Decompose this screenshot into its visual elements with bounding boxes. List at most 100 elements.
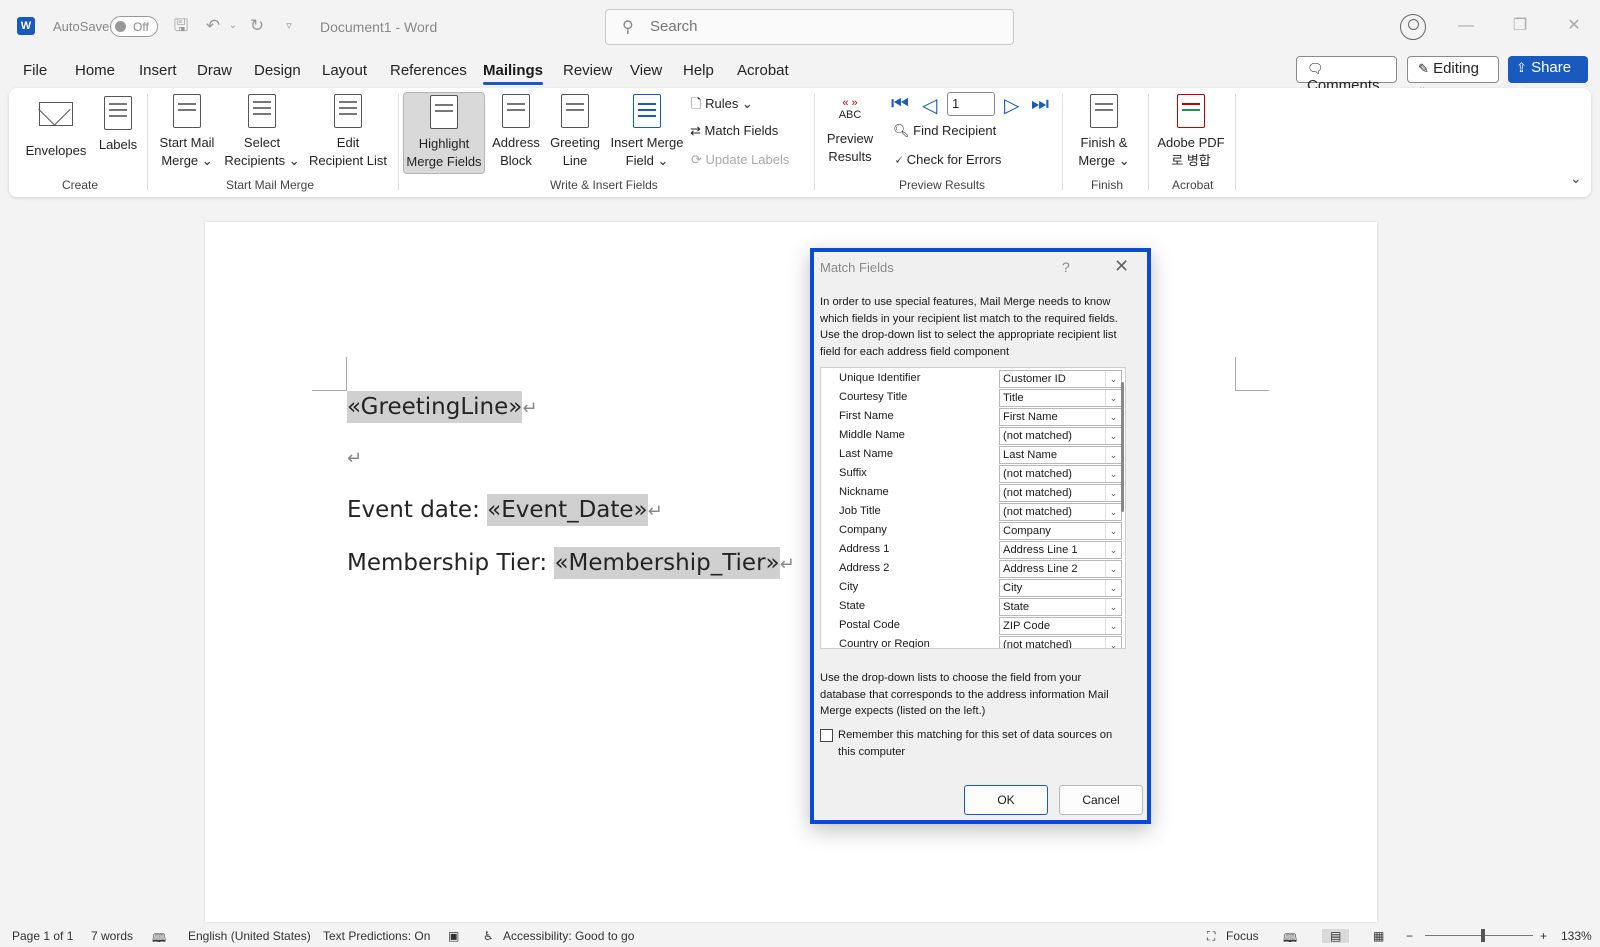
tab-layout[interactable]: Layout — [322, 62, 367, 79]
collapse-ribbon-icon[interactable]: ⌄ — [1570, 170, 1582, 187]
check-for-errors-button[interactable]: 🗸 Check for Errors — [894, 152, 1001, 168]
web-layout-icon[interactable]: ▦ — [1373, 929, 1384, 943]
ok-button[interactable]: OK — [964, 785, 1048, 815]
field-dropdown[interactable]: (not matched) ⌄ — [999, 427, 1122, 445]
field-dropdown[interactable]: First Name ⌄ — [999, 408, 1122, 426]
update-labels-button[interactable]: ⟳ Update Labels — [691, 152, 789, 168]
field-list-scrollbar[interactable] — [1121, 382, 1124, 512]
editing-button[interactable]: ✎ Editing ⌄ — [1407, 56, 1499, 93]
redo-icon[interactable]: ↻ — [247, 16, 267, 36]
tab-mailings[interactable]: Mailings — [483, 62, 544, 85]
envelopes-button[interactable]: Envelopes — [23, 96, 89, 160]
zoom-slider-thumb[interactable] — [1481, 929, 1485, 942]
rules-button[interactable]: 🗋 Rules ⌄ — [691, 95, 753, 117]
remember-matching-checkbox[interactable] — [820, 729, 833, 742]
text-predictions[interactable]: Text Predictions: On — [323, 929, 430, 943]
greeting-line-button[interactable]: Greeting Line — [546, 94, 604, 170]
insert-merge-field-button[interactable]: Insert Merge Field ⌄ — [606, 94, 688, 170]
cancel-button[interactable]: Cancel — [1059, 785, 1143, 815]
field-dropdown[interactable]: Company ⌄ — [999, 522, 1122, 540]
print-layout-icon[interactable]: ▤ — [1322, 929, 1350, 943]
autosave-toggle[interactable]: Off — [110, 16, 158, 37]
close-icon[interactable]: ✕ — [1114, 256, 1129, 277]
restore-icon[interactable]: ❐ — [1508, 14, 1532, 38]
last-record-icon[interactable]: ⏭ — [1031, 93, 1049, 116]
save-icon[interactable]: 🖫 — [171, 16, 191, 36]
undo-icon[interactable]: ↶ — [203, 16, 223, 36]
proofing-icon[interactable]: 🕮 — [152, 929, 166, 947]
focus-icon[interactable]: ⛶ — [1207, 929, 1215, 944]
undo-dropdown-icon[interactable]: ⌄ — [223, 16, 243, 36]
share-button[interactable]: ⇪ Share ⌄ — [1508, 56, 1588, 92]
tab-draw[interactable]: Draw — [197, 62, 232, 79]
customize-toolbar-icon[interactable]: ▿ — [279, 16, 299, 36]
minimize-icon[interactable]: — — [1454, 14, 1478, 38]
empty-paragraph[interactable]: ↵ — [347, 444, 362, 470]
field-dropdown[interactable]: Customer ID ⌄ — [999, 370, 1122, 388]
read-mode-icon[interactable]: 🕮 — [1283, 929, 1297, 947]
adobe-pdf-merge-button[interactable]: Adobe PDF 로 병합 — [1151, 94, 1231, 170]
field-dropdown[interactable]: (not matched) ⌄ — [999, 503, 1122, 521]
edit-recipient-list-button[interactable]: Edit Recipient List — [303, 94, 393, 170]
field-matching-list[interactable]: Unique Identifier Customer ID ⌄ Courtesy … — [820, 367, 1126, 649]
zoom-slider[interactable] — [1425, 935, 1533, 936]
greeting-line-field[interactable]: «GreetingLine» — [347, 391, 523, 423]
field-dropdown[interactable]: City ⌄ — [999, 579, 1122, 597]
greeting-line-paragraph[interactable]: «GreetingLine»↵ — [347, 391, 537, 423]
tab-references[interactable]: References — [390, 62, 467, 79]
remember-matching-label[interactable]: Remember this matching for this set of d… — [838, 727, 1128, 760]
highlight-merge-fields-button[interactable]: Highlight Merge Fields — [403, 92, 485, 174]
field-dropdown[interactable]: (not matched) ⌄ — [999, 636, 1122, 648]
accessibility-status[interactable]: Accessibility: Good to go — [503, 929, 634, 943]
field-dropdown[interactable]: Title ⌄ — [999, 389, 1122, 407]
first-record-icon[interactable]: ⏮ — [891, 93, 909, 116]
tab-view[interactable]: View — [630, 62, 662, 79]
tab-design[interactable]: Design — [254, 62, 301, 79]
search-box[interactable]: ⚲ — [605, 9, 1014, 45]
zoom-out-icon[interactable]: − — [1406, 929, 1413, 943]
membership-tier-paragraph[interactable]: Membership Tier: «Membership_Tier»↵ — [347, 547, 795, 579]
macro-icon[interactable]: ▣ — [448, 929, 459, 943]
tab-insert[interactable]: Insert — [139, 62, 177, 79]
address-block-button[interactable]: Address Block — [488, 94, 544, 170]
tab-review[interactable]: Review — [563, 62, 612, 79]
zoom-level[interactable]: 133% — [1561, 929, 1592, 943]
previous-record-icon[interactable]: ◁ — [922, 93, 937, 118]
preview-results-button[interactable]: « » ABC Preview Results — [820, 94, 880, 166]
accessibility-icon[interactable]: ♿︎ — [483, 929, 494, 943]
field-dropdown[interactable]: ZIP Code ⌄ — [999, 617, 1122, 635]
page-count[interactable]: Page 1 of 1 — [12, 929, 73, 943]
field-dropdown[interactable]: Address Line 2 ⌄ — [999, 560, 1122, 578]
next-record-icon[interactable]: ▷ — [1004, 93, 1019, 118]
comments-button[interactable]: 🗨 Comments — [1296, 56, 1397, 94]
start-mail-merge-button[interactable]: Start Mail Merge ⌄ — [153, 94, 221, 170]
field-dropdown[interactable]: (not matched) ⌄ — [999, 465, 1122, 483]
labels-button[interactable]: Labels — [93, 96, 143, 154]
focus-label[interactable]: Focus — [1226, 929, 1259, 943]
find-recipient-button[interactable]: 🔍︎ Find Recipient — [893, 123, 996, 139]
tab-home[interactable]: Home — [75, 62, 115, 79]
field-dropdown[interactable]: State ⌄ — [999, 598, 1122, 616]
zoom-in-icon[interactable]: + — [1540, 929, 1547, 943]
close-window-icon[interactable]: ✕ — [1562, 14, 1586, 38]
field-dropdown[interactable]: (not matched) ⌄ — [999, 484, 1122, 502]
finish-merge-button[interactable]: Finish & Merge ⌄ — [1068, 94, 1140, 170]
word-count[interactable]: 7 words — [91, 929, 133, 943]
help-icon[interactable]: ? — [1062, 259, 1070, 275]
record-number-input[interactable]: 1 — [947, 92, 995, 116]
membership-tier-field[interactable]: «Membership_Tier» — [554, 547, 780, 579]
document-page[interactable]: «GreetingLine»↵ ↵ Event date: «Event_Dat… — [205, 222, 1377, 922]
adobe-pdf-label-1: Adobe PDF — [1157, 135, 1225, 150]
event-date-field[interactable]: «Event_Date» — [487, 494, 648, 526]
tab-help[interactable]: Help — [683, 62, 714, 79]
field-dropdown[interactable]: Address Line 1 ⌄ — [999, 541, 1122, 559]
tab-file[interactable]: File — [23, 62, 47, 79]
search-input[interactable] — [650, 18, 990, 35]
language[interactable]: English (United States) — [188, 929, 311, 943]
tab-acrobat[interactable]: Acrobat — [737, 62, 789, 79]
match-fields-button[interactable]: ⇄ Match Fields — [690, 123, 778, 139]
field-dropdown[interactable]: Last Name ⌄ — [999, 446, 1122, 464]
avatar-icon[interactable] — [1400, 14, 1426, 40]
select-recipients-button[interactable]: Select Recipients ⌄ — [223, 94, 301, 170]
event-date-paragraph[interactable]: Event date: «Event_Date»↵ — [347, 494, 663, 526]
